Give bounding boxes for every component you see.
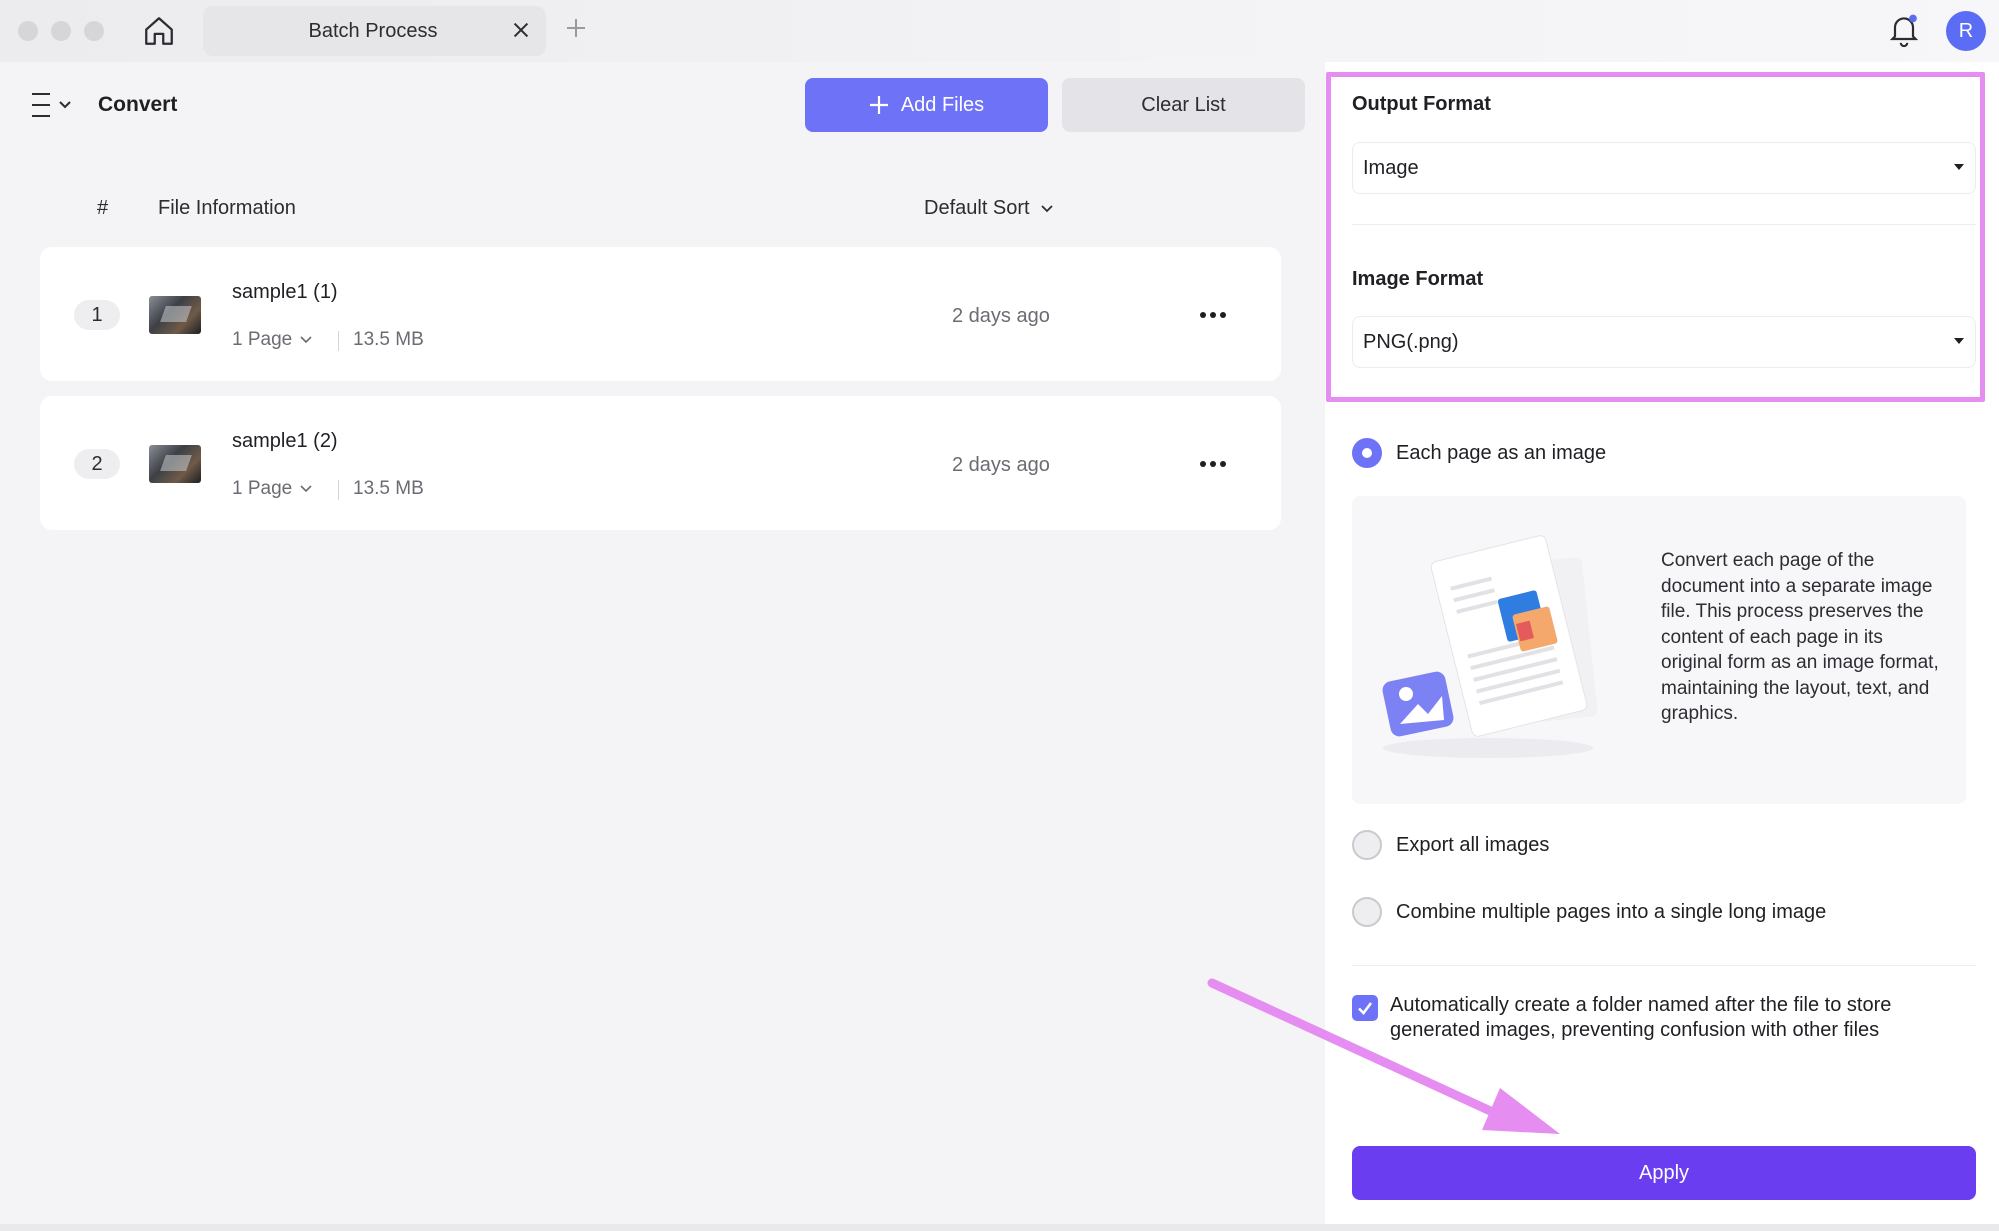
add-files-button[interactable]: Add Files [805,78,1048,132]
file-date: 2 days ago [952,305,1050,327]
auto-folder-label: Automatically create a folder named afte… [1390,994,1892,1041]
file-thumbnail [149,445,201,483]
page-count-dropdown[interactable]: 1 Page [232,329,312,351]
output-format-value: Image [1363,156,1419,179]
more-icon[interactable] [1198,454,1228,474]
option-label: Export all images [1396,833,1550,856]
file-list-pane: Convert Add Files Clear List # File Info… [0,62,1318,1231]
option-description: Convert each page of the document into a… [1661,550,1939,724]
sort-dropdown[interactable]: Default Sort [924,197,1054,220]
row-number: 2 [74,449,120,479]
option-label: Combine multiple pages into a single lon… [1396,900,1827,923]
settings-pane: Output Format Image Image Format PNG(.pn… [1325,62,1999,1231]
divider [338,331,339,351]
radio-each-page[interactable] [1352,438,1382,468]
file-name: sample1 (1) [232,281,338,303]
file-size: 13.5 MB [353,478,424,499]
caret-down-icon [1954,338,1964,344]
file-date: 2 days ago [952,454,1050,476]
file-row[interactable]: 1 sample1 (1) 1 Page 13.5 MB 2 days ago [40,247,1281,381]
column-header-file-information: File Information [158,197,296,219]
page-count-dropdown[interactable]: 1 Page [232,478,312,500]
page-count: 1 Page [232,478,293,499]
output-format-select[interactable]: Image [1352,142,1976,194]
chevron-down-icon [300,336,312,344]
file-thumbnail [149,296,201,334]
home-icon [145,17,173,45]
column-header-number: # [97,197,109,219]
divider [1352,224,1976,225]
more-icon[interactable] [1198,305,1228,325]
option-each-page[interactable]: Each page as an image [1352,438,1606,468]
chevron-down-icon [1040,204,1053,212]
row-number: 1 [74,300,120,330]
menu-icon[interactable] [30,90,74,120]
page-count: 1 Page [232,329,293,350]
window-bottom-edge [0,1224,1999,1231]
sort-label: Default Sort [924,197,1030,219]
image-conversion-illustration [1382,535,1598,758]
page-title: Convert [98,93,178,116]
file-size: 13.5 MB [353,329,424,350]
option-export-all-images[interactable]: Export all images [1352,830,1549,860]
image-format-select[interactable]: PNG(.png) [1352,316,1976,368]
image-format-label: Image Format [1352,268,1484,290]
check-icon [1358,1002,1373,1015]
clear-list-label: Clear List [1141,93,1226,116]
plus-icon [869,96,888,114]
avatar[interactable]: R [1946,11,1986,51]
tab-title: Batch Process [308,20,438,42]
file-name: sample1 (2) [232,430,338,452]
option-label: Each page as an image [1396,441,1607,464]
clear-list-button[interactable]: Clear List [1062,78,1305,132]
plus-icon[interactable] [564,16,588,40]
title-bar: Batch Process R [0,0,1999,62]
close-icon[interactable] [510,19,532,41]
radio-export-all-images[interactable] [1352,830,1382,860]
file-row[interactable]: 2 sample1 (2) 1 Page 13.5 MB 2 days ago [40,396,1281,530]
home-button[interactable] [140,12,178,50]
add-files-label: Add Files [900,93,985,116]
option-combine-pages[interactable]: Combine multiple pages into a single lon… [1352,897,1826,927]
image-format-value: PNG(.png) [1363,330,1459,353]
radio-combine-pages[interactable] [1352,897,1382,927]
divider [1352,965,1976,966]
divider [338,480,339,500]
chevron-down-icon [300,485,312,493]
window-minimize-button[interactable] [51,21,71,41]
window-close-button[interactable] [18,21,38,41]
bell-icon[interactable] [1888,12,1920,48]
tab-batch-process[interactable]: Batch Process [203,6,546,56]
apply-label: Apply [1638,1161,1690,1184]
option-description-card: Convert each page of the document into a… [1352,496,1966,804]
output-format-label: Output Format [1352,93,1491,115]
auto-folder-checkbox[interactable] [1352,995,1378,1021]
window-zoom-button[interactable] [84,21,104,41]
apply-button[interactable]: Apply [1352,1146,1976,1200]
caret-down-icon [1954,164,1964,170]
